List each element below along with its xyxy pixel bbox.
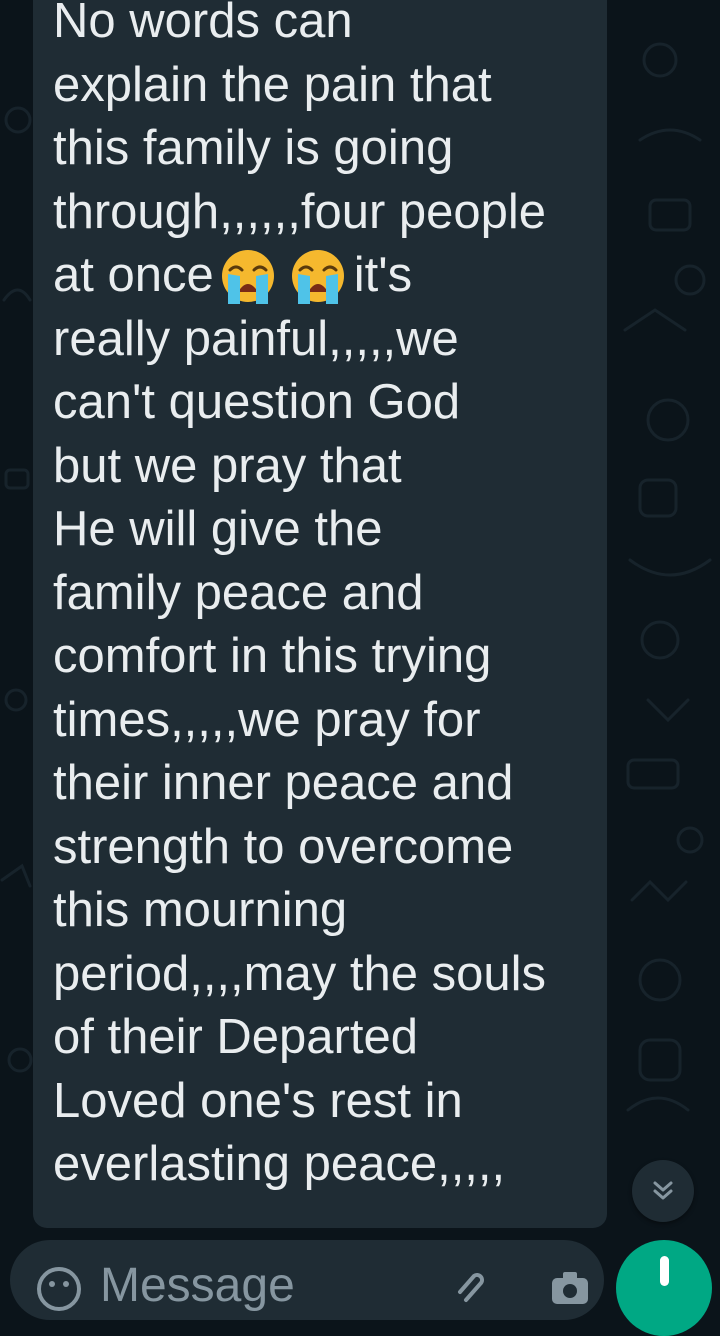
microphone-icon [660, 1256, 669, 1286]
message-line: it's [353, 248, 413, 302]
message-line: at once [53, 248, 214, 302]
double-chevron-down-icon [653, 1181, 673, 1200]
message-rest: really painful,,,,,we can't question God… [53, 311, 546, 1192]
message-input[interactable]: Message [100, 1258, 295, 1314]
message-bubble[interactable]: No words can explain the pain that this … [33, 0, 607, 1228]
loudly-crying-face-icon [291, 250, 344, 304]
paperclip-icon[interactable] [448, 1264, 488, 1304]
message-line: explain the pain that [53, 57, 492, 112]
microphone-button[interactable] [616, 1240, 712, 1336]
chat-area: No words can explain the pain that this … [0, 0, 720, 1240]
message-line: through,,,,,,four people [53, 184, 547, 239]
message-line: this family is going [53, 121, 454, 175]
message-text: No words can explain the pain that this … [53, 0, 598, 1197]
emoji-smiley-icon[interactable] [36, 1266, 82, 1312]
message-line: No words can [53, 0, 353, 48]
loudly-crying-face-icon [221, 250, 274, 304]
scroll-to-bottom-button[interactable] [632, 1160, 694, 1222]
message-composer[interactable]: Message [10, 1240, 604, 1320]
camera-icon[interactable] [548, 1266, 592, 1306]
